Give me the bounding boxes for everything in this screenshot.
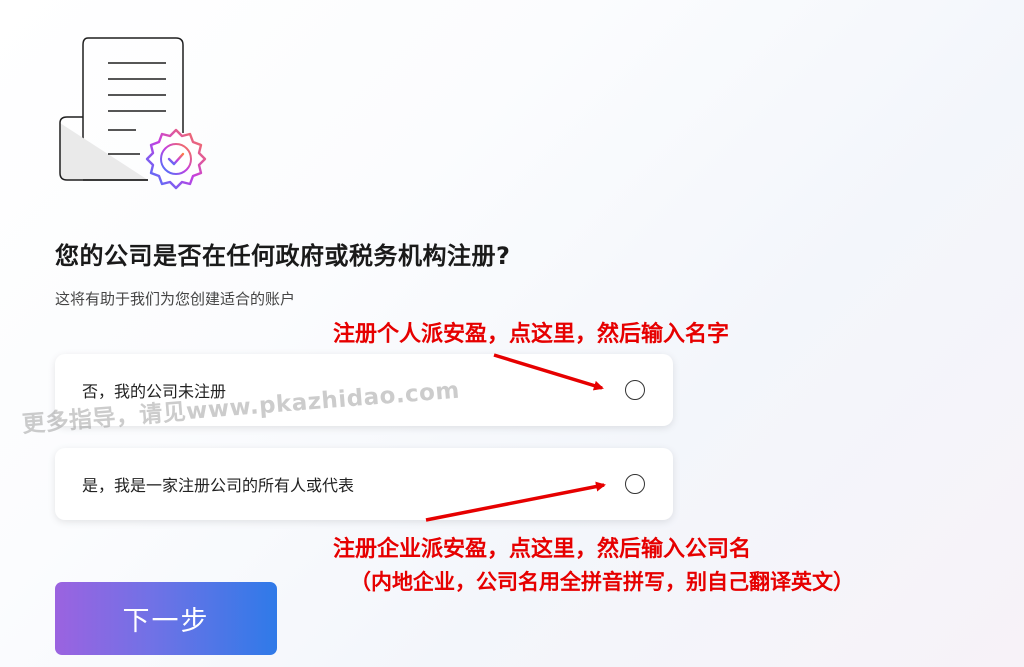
radio-icon[interactable] (625, 474, 645, 494)
verified-badge-icon (145, 128, 207, 190)
radio-icon[interactable] (625, 380, 645, 400)
page-title: 您的公司是否在任何政府或税务机构注册? (55, 242, 511, 270)
annotation-personal: 注册个人派安盈，点这里，然后输入名字 (333, 322, 730, 347)
annotation-business: 注册企业派安盈，点这里，然后输入公司名 (333, 537, 752, 562)
annotation-business-note: （内地企业，公司名用全拼音拼写，别自己翻译英文） (350, 570, 854, 594)
next-button[interactable]: 下一步 (55, 582, 277, 655)
page-subtitle: 这将有助于我们为您创建适合的账户 (55, 290, 296, 308)
option-registered-company[interactable]: 是，我是一家注册公司的所有人或代表 (55, 448, 673, 520)
document-illustration (59, 37, 207, 190)
option-label: 是，我是一家注册公司的所有人或代表 (82, 476, 355, 495)
